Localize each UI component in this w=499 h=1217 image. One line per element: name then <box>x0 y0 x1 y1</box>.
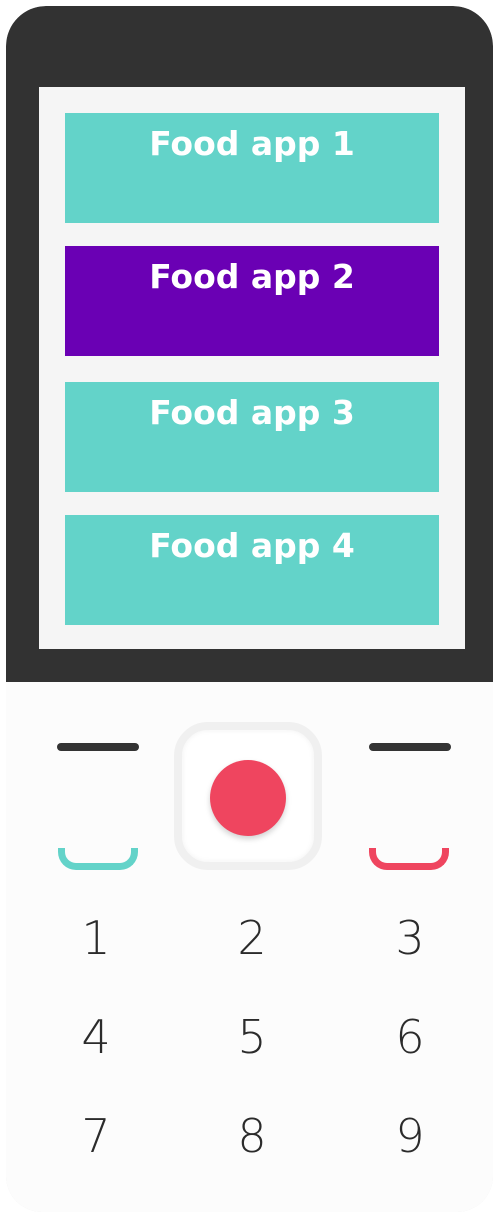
key-5[interactable]: 5 <box>217 1009 287 1065</box>
key-6[interactable]: 6 <box>375 1009 445 1065</box>
app-item-food-app-4[interactable]: Food app 4 <box>65 515 439 625</box>
key-9[interactable]: 9 <box>375 1108 445 1164</box>
left-soft-key[interactable] <box>57 743 139 751</box>
phone-bezel: Food app 1 Food app 2 Food app 3 Food ap… <box>6 6 493 682</box>
app-item-food-app-3[interactable]: Food app 3 <box>65 382 439 492</box>
phone-screen: Food app 1 Food app 2 Food app 3 Food ap… <box>39 87 465 649</box>
app-item-food-app-2[interactable]: Food app 2 <box>65 246 439 356</box>
call-end-icon[interactable] <box>369 848 449 870</box>
key-8[interactable]: 8 <box>217 1108 287 1164</box>
right-soft-key[interactable] <box>369 743 451 751</box>
keypad: 1 2 3 4 5 6 7 8 9 <box>6 682 493 1212</box>
key-7[interactable]: 7 <box>61 1108 131 1164</box>
select-button[interactable] <box>210 760 286 836</box>
call-accept-icon[interactable] <box>58 848 138 870</box>
key-3[interactable]: 3 <box>375 910 445 966</box>
feature-phone: Food app 1 Food app 2 Food app 3 Food ap… <box>6 6 493 1212</box>
key-2[interactable]: 2 <box>217 910 287 966</box>
key-4[interactable]: 4 <box>61 1009 131 1065</box>
app-item-food-app-1[interactable]: Food app 1 <box>65 113 439 223</box>
key-1[interactable]: 1 <box>61 910 131 966</box>
